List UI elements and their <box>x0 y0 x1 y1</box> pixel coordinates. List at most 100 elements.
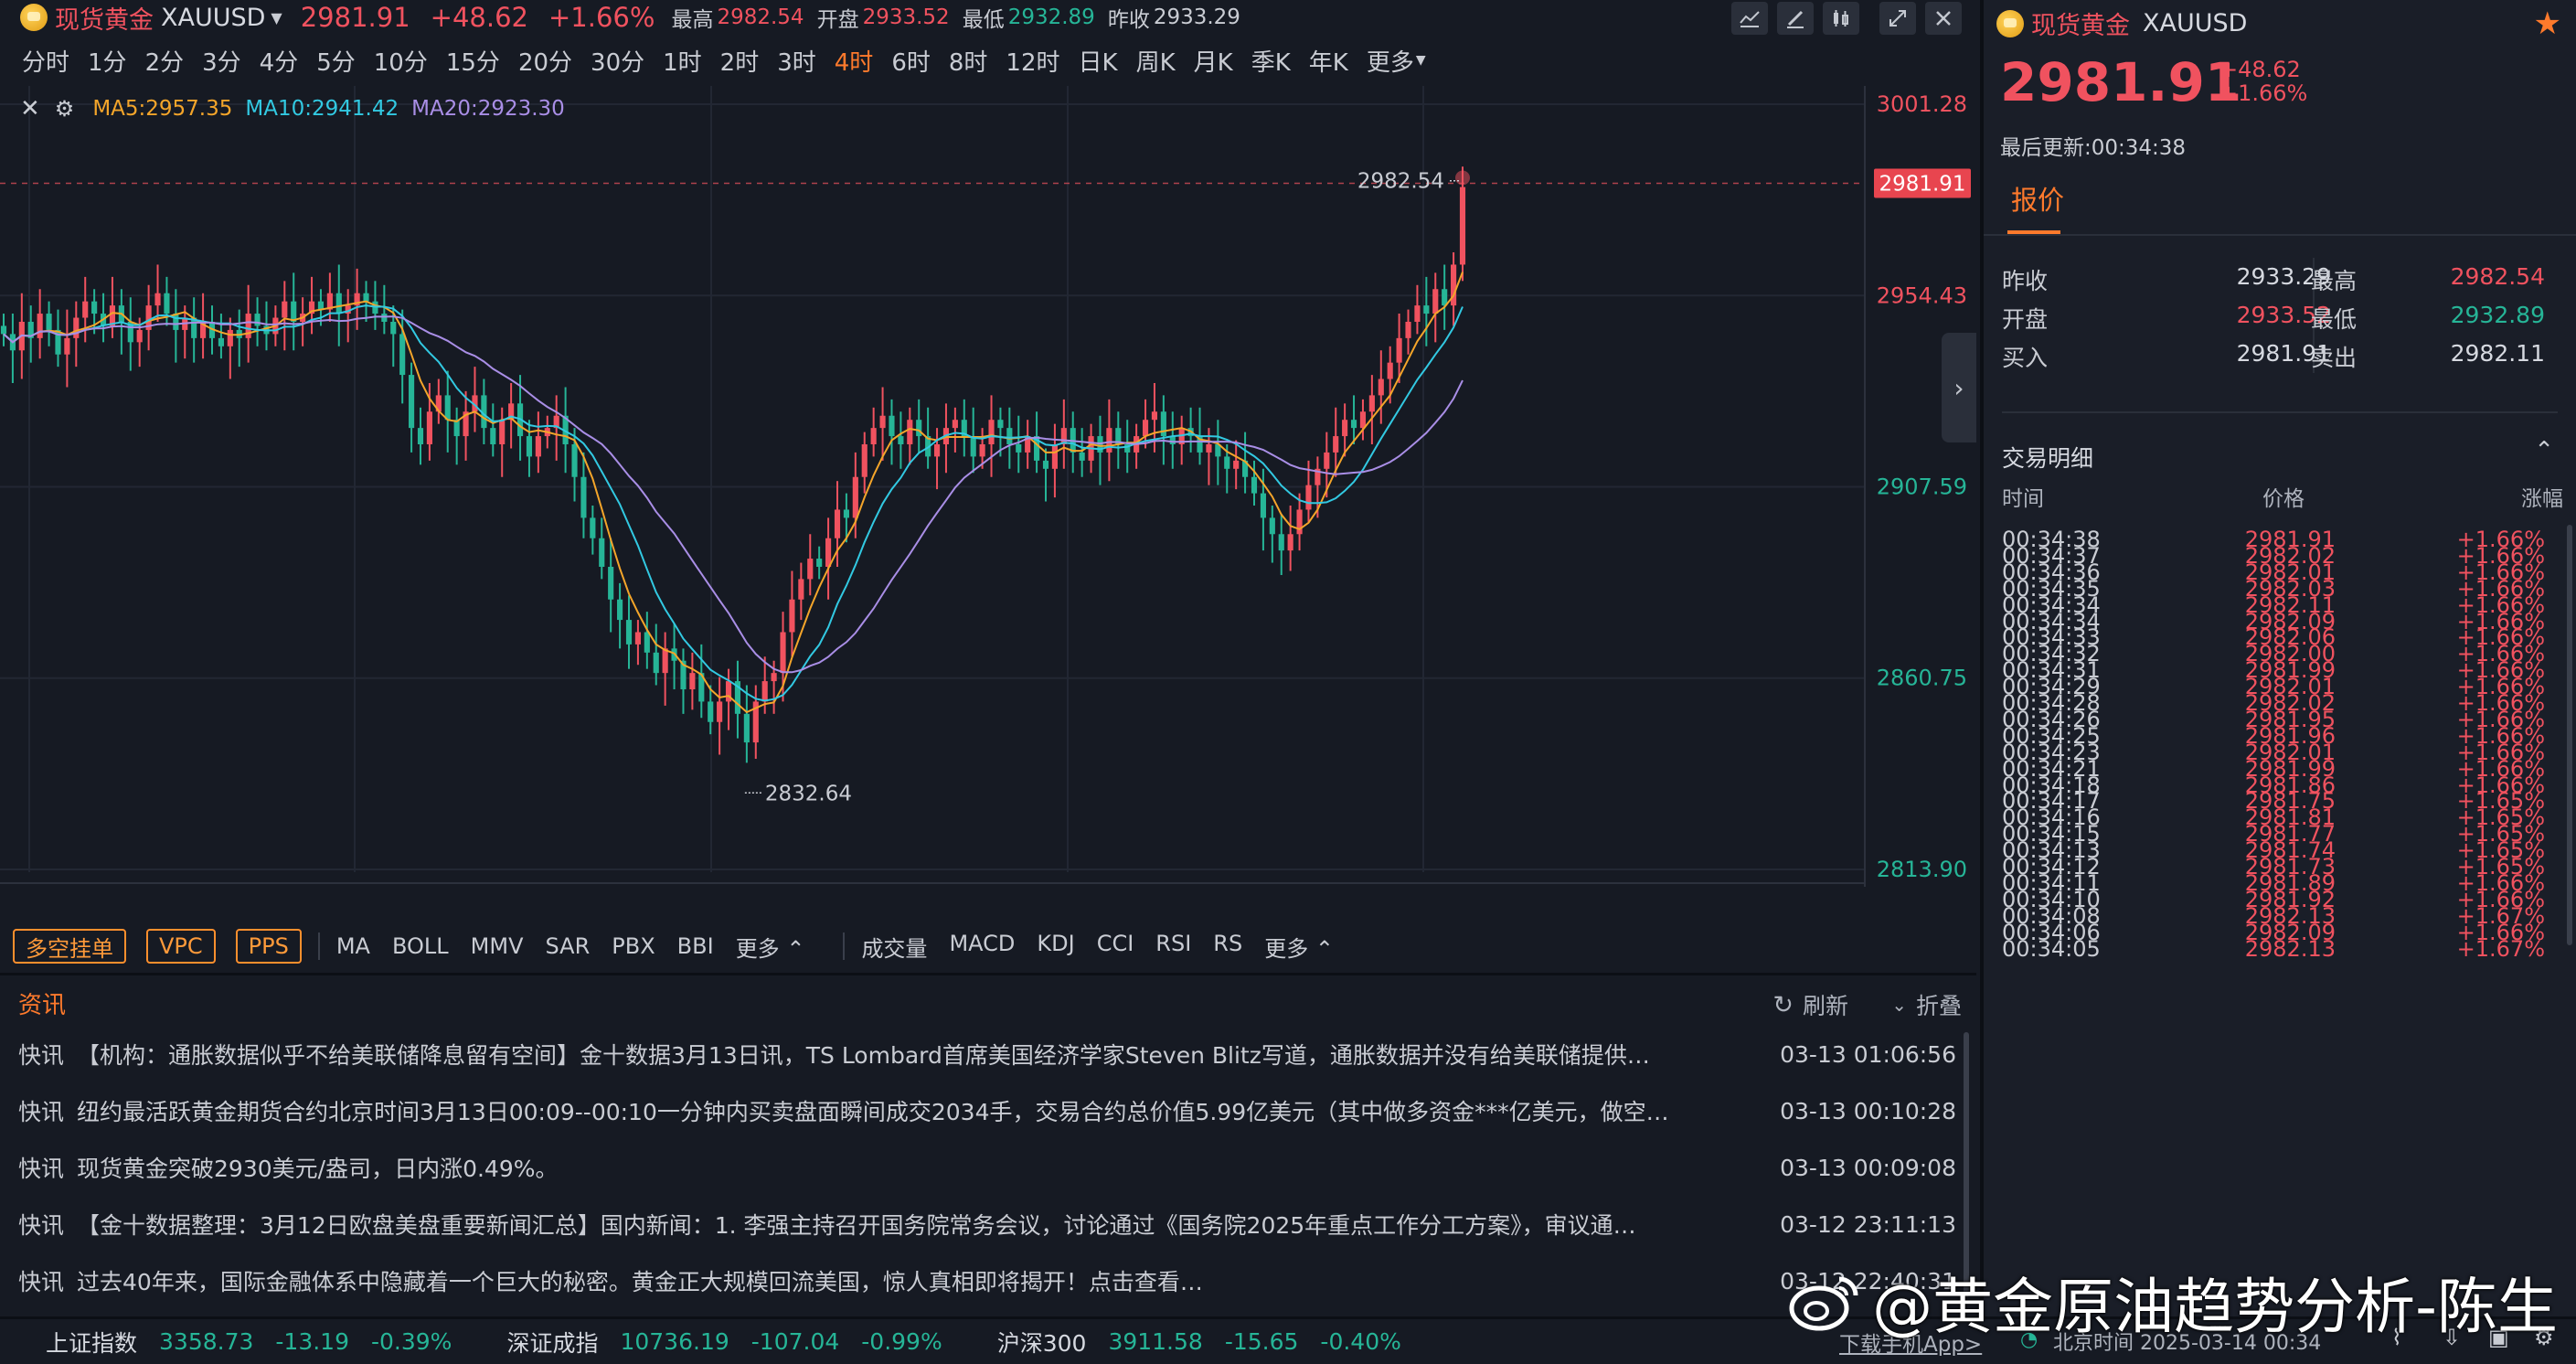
candle-body <box>889 415 895 437</box>
period-20[interactable]: 季K <box>1251 44 1291 78</box>
period-7[interactable]: 15分 <box>446 44 500 78</box>
period-4[interactable]: 4分 <box>260 44 299 78</box>
ticker-item[interactable]: 沪深300 3911.58 -15.65 -0.40% <box>997 1326 1401 1359</box>
news-item[interactable]: 快讯 【机构：通胀数据似乎不给美联储降息留有空间】金十数据3月13日讯，TS Lo… <box>18 1028 1956 1080</box>
candle-body <box>82 301 89 318</box>
sub-indicator-more[interactable]: 更多 ⌃ <box>1264 931 1334 963</box>
close-indicator-icon[interactable]: ✕ <box>20 95 40 123</box>
chevron-right-icon[interactable]: › <box>1942 333 1976 442</box>
news-item[interactable]: 快讯 过去40年来，国际金融体系中隐藏着一个巨大的秘密。黄金正大规模回流美国，惊人… <box>18 1255 1956 1306</box>
period-14[interactable]: 6时 <box>891 44 931 78</box>
period-8[interactable]: 20分 <box>518 44 572 78</box>
news-kind: 快讯 <box>18 1269 65 1295</box>
news-item[interactable]: 快讯 纽约最活跃黄金期货合约北京时间3月13日00:09--00:10一分钟内买卖… <box>18 1085 1956 1136</box>
period-10[interactable]: 1时 <box>663 44 702 78</box>
candle-body <box>1459 186 1466 265</box>
fold-button[interactable]: ⌄ 折叠 <box>1891 988 1962 1021</box>
period-12[interactable]: 3时 <box>777 44 816 78</box>
period-17[interactable]: 日K <box>1079 44 1118 78</box>
main-indicator-more[interactable]: 更多 ⌃ <box>736 931 805 963</box>
candlestick-chart[interactable]: 3001.282954.432907.592860.752813.9008:00… <box>0 86 1976 887</box>
sub-indicator-5[interactable]: RS <box>1213 931 1242 963</box>
low-label: 最低 <box>2311 306 2358 333</box>
trades-scrollbar[interactable] <box>2567 525 2572 945</box>
indicator-sar[interactable]: SAR <box>546 933 591 959</box>
ticker-item[interactable]: 上证指数 3358.73 -13.19 -0.39% <box>46 1326 452 1359</box>
candle-body <box>46 314 52 330</box>
sub-indicator-0[interactable]: 成交量 <box>861 931 927 963</box>
period-15[interactable]: 8时 <box>949 44 988 78</box>
expand-icon[interactable] <box>1879 2 1916 35</box>
symbol-code[interactable]: XAUUSD <box>161 4 265 32</box>
indicator-ma[interactable]: MA <box>336 933 370 959</box>
candle-body <box>1278 534 1284 551</box>
sub-indicator-1[interactable]: MACD <box>949 931 1015 963</box>
indicator-mmv[interactable]: MMV <box>471 933 524 959</box>
ma10-line <box>3 304 1464 702</box>
period-9[interactable]: 30分 <box>591 44 644 78</box>
draw-pen-icon[interactable] <box>1777 2 1814 35</box>
ticker-item[interactable]: 深证成指 10736.19 -107.04 -0.99% <box>506 1326 942 1359</box>
indicator-boll[interactable]: BOLL <box>392 933 449 959</box>
vpc-button[interactable]: VPC <box>146 929 216 964</box>
prev-label: 昨收 <box>2002 268 2049 294</box>
candle-body <box>0 325 7 335</box>
news-item[interactable]: 快讯 现货黄金突破2930美元/盎司，日内涨0.49%。 03-13 00:09:0… <box>18 1142 1956 1193</box>
candle-body <box>1378 378 1384 396</box>
refresh-button[interactable]: ↻ 刷新 <box>1772 988 1848 1021</box>
period-3[interactable]: 3分 <box>202 44 241 78</box>
period-11[interactable]: 2时 <box>720 44 760 78</box>
period-6[interactable]: 10分 <box>374 44 428 78</box>
collapse-chevron-icon[interactable]: ⌃ <box>2534 437 2554 464</box>
divider <box>843 932 846 960</box>
sub-indicator-3[interactable]: CCI <box>1097 931 1134 963</box>
favorite-star-icon[interactable]: ★ <box>2534 5 2561 42</box>
tab-quote[interactable]: 报价 <box>2011 179 2064 218</box>
candle-body <box>335 293 342 314</box>
candle-body <box>933 444 941 457</box>
trade-change: +1.67% <box>2456 935 2545 962</box>
close-chart-icon[interactable] <box>1925 2 1962 35</box>
pps-button[interactable]: PPS <box>235 929 302 964</box>
candle-body <box>708 701 714 722</box>
indicator-pbx[interactable]: PBX <box>612 933 655 959</box>
header-change: +48.62 <box>430 2 528 33</box>
sub-indicator-2[interactable]: KDJ <box>1037 931 1074 963</box>
indicator-bbi[interactable]: BBI <box>677 933 714 959</box>
period-21[interactable]: 年K <box>1309 44 1348 78</box>
open-label: 开盘 <box>2002 306 2049 333</box>
period-0[interactable]: 分时 <box>22 44 69 78</box>
candle-body <box>608 567 614 600</box>
symbol-dropdown-icon[interactable]: ▼ <box>271 9 282 27</box>
low-marker-label: 2832.64 <box>765 782 852 805</box>
candle-style-icon[interactable] <box>1823 2 1859 35</box>
long-short-order-button[interactable]: 多空挂单 <box>13 929 126 964</box>
period-13[interactable]: 4时 <box>835 44 874 78</box>
candle-body <box>761 681 768 702</box>
period-5[interactable]: 5分 <box>316 44 356 78</box>
col-change: 涨幅 <box>2521 487 2563 511</box>
panel-change: +48.62 <box>2219 57 2301 82</box>
sub-indicator-4[interactable]: RSI <box>1155 931 1191 963</box>
news-item[interactable]: 快讯 【金十数据整理：3月12日欧盘美盘重要新闻汇总】国内新闻：1. 李强主持召开… <box>18 1199 1956 1250</box>
chart-type-line-icon[interactable] <box>1731 2 1768 35</box>
period-16[interactable]: 12时 <box>1006 44 1059 78</box>
period-1[interactable]: 1分 <box>88 44 127 78</box>
period-19[interactable]: 月K <box>1194 44 1233 78</box>
ticker-pct: -0.39% <box>371 1328 452 1355</box>
header-prev-label: 昨收 <box>1107 8 1150 32</box>
news-text: 现货黄金突破2930美元/盎司，日内涨0.49%。 <box>77 1156 559 1182</box>
candle-body <box>1333 436 1339 453</box>
candle-body <box>1296 509 1303 535</box>
candle-body <box>599 538 605 568</box>
period-more[interactable]: 更多 <box>1367 44 1414 78</box>
candle-body <box>798 579 804 600</box>
candle-body <box>662 648 668 674</box>
candle-body <box>1260 493 1266 518</box>
period-more-chevron-icon[interactable]: ▼ <box>1416 53 1426 68</box>
settings-gear-icon[interactable]: ⚙ <box>55 96 75 122</box>
period-2[interactable]: 2分 <box>145 44 185 78</box>
period-18[interactable]: 周K <box>1136 44 1176 78</box>
candle-body <box>64 337 70 355</box>
symbol-name[interactable]: 现货黄金 <box>55 0 154 36</box>
